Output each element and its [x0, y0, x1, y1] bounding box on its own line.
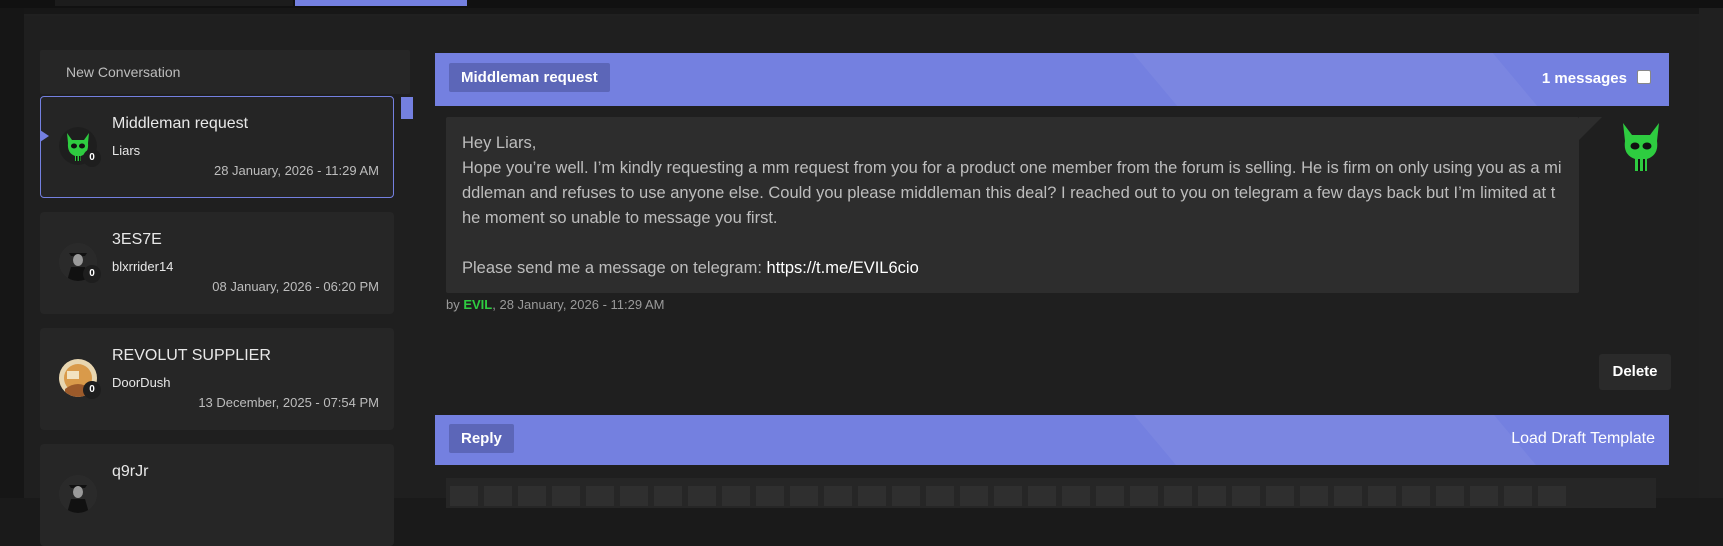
toolbar-button[interactable] [1232, 486, 1260, 506]
toolbar-button[interactable] [1368, 486, 1396, 506]
toolbar-button[interactable] [1300, 486, 1328, 506]
thread-header: Middleman request 1 messages [435, 53, 1669, 106]
conversation-thread: Middleman request 1 messages Hey Liars, … [435, 53, 1671, 508]
delete-button[interactable]: Delete [1599, 354, 1671, 390]
select-all-checkbox[interactable] [1637, 70, 1651, 84]
message-paragraph: Hope you’re well. I’m kindly requesting … [462, 159, 1562, 227]
nav-tab-active[interactable] [295, 0, 467, 6]
toolbar-button[interactable] [790, 486, 818, 506]
toolbar-button[interactable] [858, 486, 886, 506]
conversation-title: Middleman request [112, 115, 249, 132]
toolbar-button[interactable] [1028, 486, 1056, 506]
author-name[interactable]: EVIL [463, 297, 492, 312]
message-byline: by EVIL, 28 January, 2026 - 11:29 AM [446, 297, 665, 312]
new-conversation-button[interactable]: New Conversation [40, 50, 410, 94]
toolbar-button[interactable] [1266, 486, 1294, 506]
header-decoration [1132, 53, 1538, 106]
toolbar-button[interactable] [1402, 486, 1430, 506]
conversation-user: DoorDush [112, 375, 171, 390]
toolbar-button[interactable] [654, 486, 682, 506]
header-decoration [1134, 415, 1536, 465]
toolbar-button[interactable] [960, 486, 988, 506]
sidebar-scrollbar[interactable] [401, 97, 413, 119]
message-body: Hey Liars, Hope you’re well. I’m kindly … [446, 117, 1578, 295]
toolbar-button[interactable] [1538, 486, 1566, 506]
dark-figure-avatar-icon [59, 475, 97, 513]
toolbar-button[interactable] [824, 486, 852, 506]
toolbar-button[interactable] [1062, 486, 1090, 506]
conversation-user: blxrrider14 [112, 259, 174, 274]
toolbar-button[interactable] [1130, 486, 1158, 506]
reply-header: Reply Load Draft Template [435, 415, 1669, 465]
active-pointer-icon [40, 130, 49, 142]
frame-top-line [24, 8, 1699, 14]
unread-count-badge: 0 [83, 149, 101, 167]
toolbar-button[interactable] [620, 486, 648, 506]
toolbar-button[interactable] [518, 486, 546, 506]
toolbar-button[interactable] [756, 486, 784, 506]
conversation-user: Liars [112, 143, 141, 158]
contact-prefix: Please send me a message on telegram: [462, 259, 767, 277]
toolbar-button[interactable] [552, 486, 580, 506]
conversation-date: 13 December, 2025 - 07:54 PM [198, 395, 379, 410]
reply-editor-toolbar [446, 478, 1656, 508]
nav-tab[interactable] [165, 0, 293, 6]
toolbar-button[interactable] [1470, 486, 1498, 506]
unread-count-badge: 0 [83, 265, 101, 283]
byline-prefix: by [446, 297, 464, 312]
telegram-link[interactable]: https://t.me/EVIL6cio [767, 259, 919, 277]
toolbar-button[interactable] [586, 486, 614, 506]
toolbar-button[interactable] [1504, 486, 1532, 506]
conversation-date: 08 January, 2026 - 06:20 PM [212, 279, 379, 294]
toolbar-button[interactable] [450, 486, 478, 506]
conversation-title: REVOLUT SUPPLIER [112, 347, 271, 364]
toolbar-button[interactable] [722, 486, 750, 506]
byline-date: , 28 January, 2026 - 11:29 AM [492, 297, 665, 312]
toolbar-button[interactable] [1436, 486, 1464, 506]
reply-title: Reply [449, 424, 514, 453]
conversation-item[interactable]: 0 3ES7E blxrrider14 08 January, 2026 - 0… [40, 212, 394, 314]
bubble-tail [1579, 117, 1602, 140]
toolbar-button[interactable] [926, 486, 954, 506]
toolbar-button[interactable] [1164, 486, 1192, 506]
author-avatar[interactable] [1615, 119, 1667, 177]
conversation-date: 28 January, 2026 - 11:29 AM [213, 163, 379, 178]
toolbar-button[interactable] [1096, 486, 1124, 506]
top-nav-strip [0, 0, 1723, 8]
message-greeting: Hey Liars, [462, 134, 537, 152]
unread-count-badge: 0 [83, 381, 101, 399]
conversation-item[interactable]: 0 Middleman request Liars 28 January, 20… [40, 96, 394, 198]
conversation-title: 3ES7E [112, 231, 162, 248]
message-bubble: Hey Liars, Hope you’re well. I’m kindly … [446, 117, 1602, 295]
message-count: 1 messages [1541, 70, 1627, 87]
load-draft-template-link[interactable]: Load Draft Template [1511, 430, 1655, 448]
conversation-item[interactable]: 0 REVOLUT SUPPLIER DoorDush 13 December,… [40, 328, 394, 430]
toolbar-button[interactable] [484, 486, 512, 506]
conversation-sidebar: New Conversation 0 Middleman request Lia… [40, 50, 410, 546]
toolbar-button[interactable] [994, 486, 1022, 506]
toolbar-button[interactable] [1334, 486, 1362, 506]
conversation-item[interactable]: q9rJr [40, 444, 394, 546]
toolbar-button[interactable] [1198, 486, 1226, 506]
conversation-title: q9rJr [112, 463, 149, 480]
toolbar-button[interactable] [688, 486, 716, 506]
toolbar-button[interactable] [892, 486, 920, 506]
green-skull-icon [1623, 123, 1659, 171]
thread-title: Middleman request [449, 63, 610, 92]
frame-edge [0, 8, 24, 498]
avatar [59, 475, 97, 513]
nav-tab[interactable] [55, 0, 166, 6]
